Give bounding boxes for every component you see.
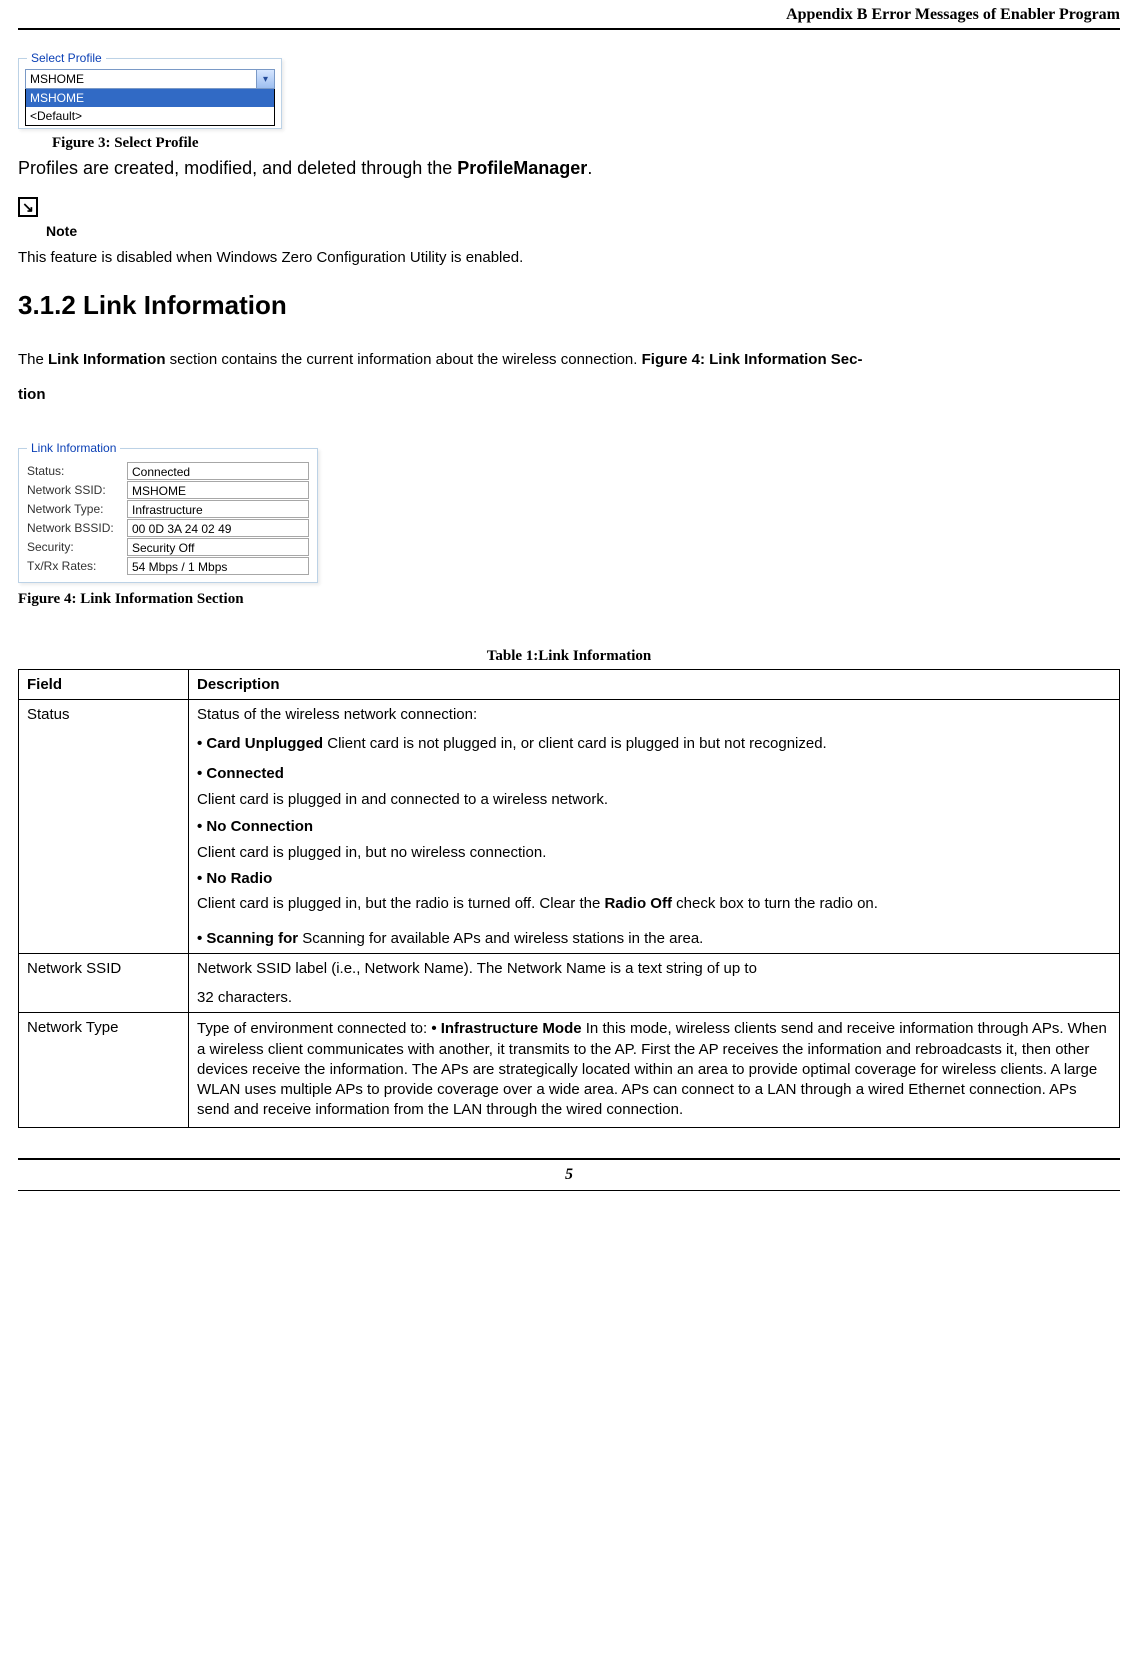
profile-option[interactable]: <Default>: [26, 107, 274, 125]
page-header: Appendix B Error Messages of Enabler Pro…: [18, 0, 1120, 30]
table-row: Network Type Type of environment connect…: [19, 1013, 1120, 1127]
bold: • No Connection: [197, 818, 313, 835]
cell-description: Type of environment connected to: • Infr…: [189, 1013, 1120, 1127]
status-intro: Status of the wireless network connectio…: [197, 706, 1111, 723]
li-value: Security Off: [127, 538, 309, 556]
figure-3: Select Profile MSHOME ▾ MSHOME <Default>…: [18, 58, 1120, 152]
status-noradio-text: Client card is plugged in, but the radio…: [197, 895, 1111, 912]
status-noconn-text: Client card is plugged in, but no wirele…: [197, 843, 1111, 863]
text: Scanning for available APs and wireless …: [298, 930, 703, 947]
table-row: Status Status of the wireless network co…: [19, 700, 1120, 954]
text: Type of environment connected to:: [197, 1020, 431, 1037]
table-header-row: Field Description: [19, 670, 1120, 700]
table-1-title: Table 1:Link Information: [18, 648, 1120, 665]
li-row-ssid: Network SSID: MSHOME: [27, 481, 309, 499]
li-label: Status:: [27, 464, 127, 478]
ssid-line2: 32 characters.: [197, 989, 1111, 1006]
cell-description: Network SSID label (i.e., Network Name).…: [189, 954, 1120, 1013]
li-value: 00 0D 3A 24 02 49: [127, 519, 309, 537]
profilemanager-bold: ProfileManager: [457, 158, 587, 178]
cell-field: Network SSID: [19, 954, 189, 1013]
li-value: MSHOME: [127, 481, 309, 499]
figure-4-caption: Figure 4: Link Information Section: [18, 591, 1120, 608]
li-label: Security:: [27, 540, 127, 554]
text: The: [18, 351, 48, 368]
li-value: Connected: [127, 462, 309, 480]
profile-dropdown-list: MSHOME <Default>: [25, 89, 275, 126]
li-row-bssid: Network BSSID: 00 0D 3A 24 02 49: [27, 519, 309, 537]
th-field: Field: [19, 670, 189, 700]
page-number: 5: [565, 1166, 573, 1183]
status-card-unplugged: • Card Unplugged Client card is not plug…: [197, 735, 1111, 752]
chevron-down-icon[interactable]: ▾: [256, 70, 274, 88]
cell-field: Status: [19, 700, 189, 954]
bold: • Scanning for: [197, 930, 298, 947]
figure-3-caption: Figure 3: Select Profile: [52, 135, 1120, 152]
li-row-security: Security: Security Off: [27, 538, 309, 556]
li-label: Tx/Rx Rates:: [27, 559, 127, 573]
li-label: Network BSSID:: [27, 521, 127, 535]
bold: • Connected: [197, 765, 284, 782]
cell-field: Network Type: [19, 1013, 189, 1127]
bold: • Card Unplugged: [197, 735, 323, 752]
bold: Link Information: [48, 351, 166, 368]
li-label: Network SSID:: [27, 483, 127, 497]
link-information-panel: Link Information Status: Connected Netwo…: [18, 448, 318, 583]
th-description: Description: [189, 670, 1120, 700]
text: Client card is not plugged in, or client…: [323, 735, 827, 752]
figure-ref: Figure 4: Link Information Sec-: [642, 351, 863, 368]
status-noradio-head: • No Radio: [197, 869, 1111, 889]
link-information-table: Field Description Status Status of the w…: [18, 669, 1120, 1128]
li-row-status: Status: Connected: [27, 462, 309, 480]
text: .: [587, 158, 592, 178]
cell-description: Status of the wireless network connectio…: [189, 700, 1120, 954]
section-heading: 3.1.2 Link Information: [18, 290, 1120, 321]
text: check box to turn the radio on.: [672, 895, 878, 912]
select-profile-legend: Select Profile: [27, 51, 106, 65]
status-scanning: • Scanning for Scanning for available AP…: [197, 930, 1111, 947]
note-text: This feature is disabled when Windows Ze…: [18, 249, 1120, 266]
page-footer: 5: [18, 1158, 1120, 1191]
li-row-rates: Tx/Rx Rates: 54 Mbps / 1 Mbps: [27, 557, 309, 575]
text: Client card is plugged in, but the radio…: [197, 895, 604, 912]
header-title: Appendix B Error Messages of Enabler Pro…: [786, 6, 1120, 23]
figure-ref-cont: tion: [18, 386, 46, 403]
link-info-lead: The Link Information section contains th…: [18, 343, 1120, 412]
note-label: Note: [46, 223, 1120, 239]
profile-option-selected[interactable]: MSHOME: [26, 89, 274, 107]
note-block: ↘ Note This feature is disabled when Win…: [18, 197, 1120, 266]
li-value: 54 Mbps / 1 Mbps: [127, 557, 309, 575]
status-connected-text: Client card is plugged in and connected …: [197, 790, 1111, 810]
select-profile-panel: Select Profile MSHOME ▾ MSHOME <Default>: [18, 58, 282, 129]
profile-combobox[interactable]: MSHOME ▾: [25, 69, 275, 89]
bold: • Infrastructure Mode: [431, 1020, 581, 1037]
li-label: Network Type:: [27, 502, 127, 516]
bold: Radio Off: [604, 895, 672, 912]
ntype-text: Type of environment connected to: • Infr…: [197, 1019, 1111, 1120]
link-info-legend: Link Information: [27, 441, 120, 455]
status-connected-head: • Connected: [197, 764, 1111, 784]
note-icon: ↘: [18, 197, 38, 217]
profile-combobox-value: MSHOME: [26, 70, 256, 88]
text: Profiles are created, modified, and dele…: [18, 158, 457, 178]
li-row-ntype: Network Type: Infrastructure: [27, 500, 309, 518]
profiles-paragraph: Profiles are created, modified, and dele…: [18, 158, 1120, 179]
text: section contains the current information…: [166, 351, 642, 368]
ssid-line1: Network SSID label (i.e., Network Name).…: [197, 960, 1111, 977]
li-value: Infrastructure: [127, 500, 309, 518]
status-noconn-head: • No Connection: [197, 817, 1111, 837]
table-row: Network SSID Network SSID label (i.e., N…: [19, 954, 1120, 1013]
bold: • No Radio: [197, 870, 272, 887]
